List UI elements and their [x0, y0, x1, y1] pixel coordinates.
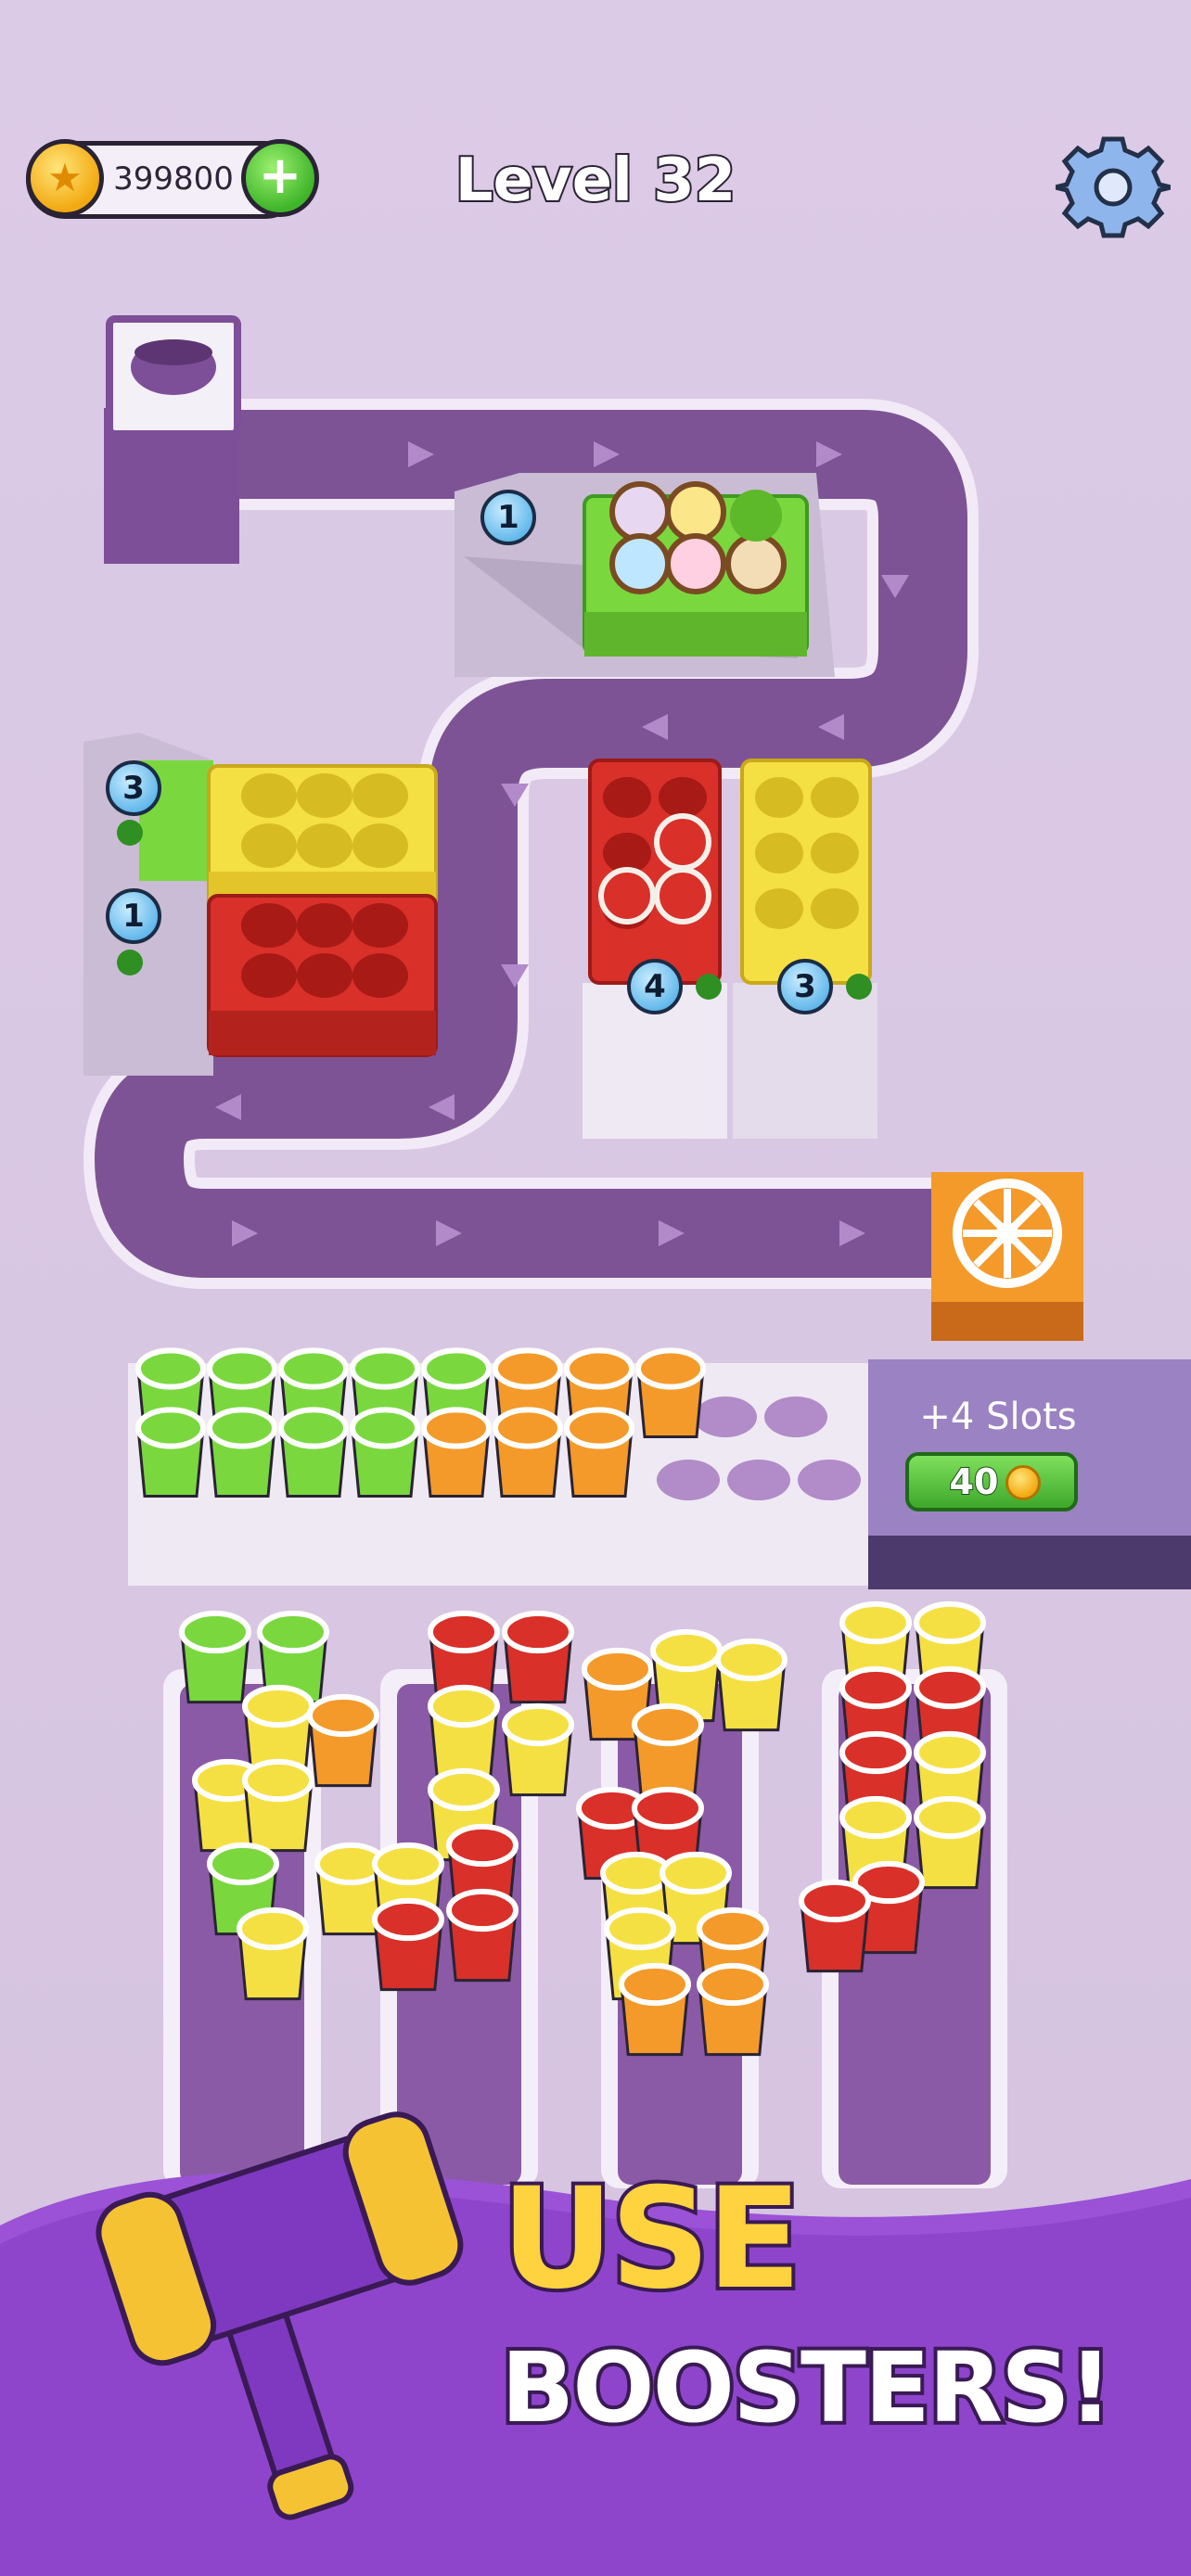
cup: [242, 1758, 314, 1853]
cup: [502, 1610, 574, 1704]
count-badge: 3: [106, 760, 161, 816]
cup: [715, 1638, 788, 1732]
cup: [502, 1702, 574, 1797]
count-badge: 1: [106, 888, 161, 944]
cup: [135, 1407, 206, 1498]
extra-slots-label: +4 Slots: [919, 1396, 1077, 1438]
cup: [446, 1888, 519, 1983]
cup: [619, 1962, 691, 2057]
cup: [179, 1610, 251, 1704]
cup: [237, 1906, 309, 2001]
cup: [564, 1407, 634, 1498]
game-screen: ★ 399800 + Level 32 +4 Slots 40 1 3 1 4 …: [0, 0, 1191, 2576]
promo-line-boosters: BOOSTERS!: [497, 2327, 1116, 2448]
promo-line-use: USE: [497, 2157, 805, 2322]
buy-slots-cost: 40: [949, 1460, 1000, 1503]
cup: [635, 1347, 706, 1438]
rainbow-cup-tops: [609, 481, 787, 594]
cup: [799, 1879, 871, 1973]
cup: [632, 1702, 704, 1797]
cup: [914, 1795, 986, 1890]
cup-dispenser: [104, 315, 241, 564]
cup: [350, 1407, 420, 1498]
cup: [307, 1693, 379, 1788]
cup: [697, 1962, 769, 2057]
cup: [278, 1407, 349, 1498]
cup-columns: [163, 1600, 1007, 2188]
center-boxes: [583, 759, 877, 1139]
cup: [207, 1407, 277, 1498]
count-badge: 3: [777, 959, 833, 1014]
fan-block: [931, 1172, 1083, 1341]
cup: [421, 1407, 492, 1498]
count-badge: 1: [480, 490, 536, 545]
coin-icon: [1005, 1465, 1041, 1500]
count-badge: 4: [627, 959, 683, 1014]
cup: [428, 1684, 500, 1779]
cup: [372, 1897, 444, 1992]
cup: [493, 1407, 563, 1498]
